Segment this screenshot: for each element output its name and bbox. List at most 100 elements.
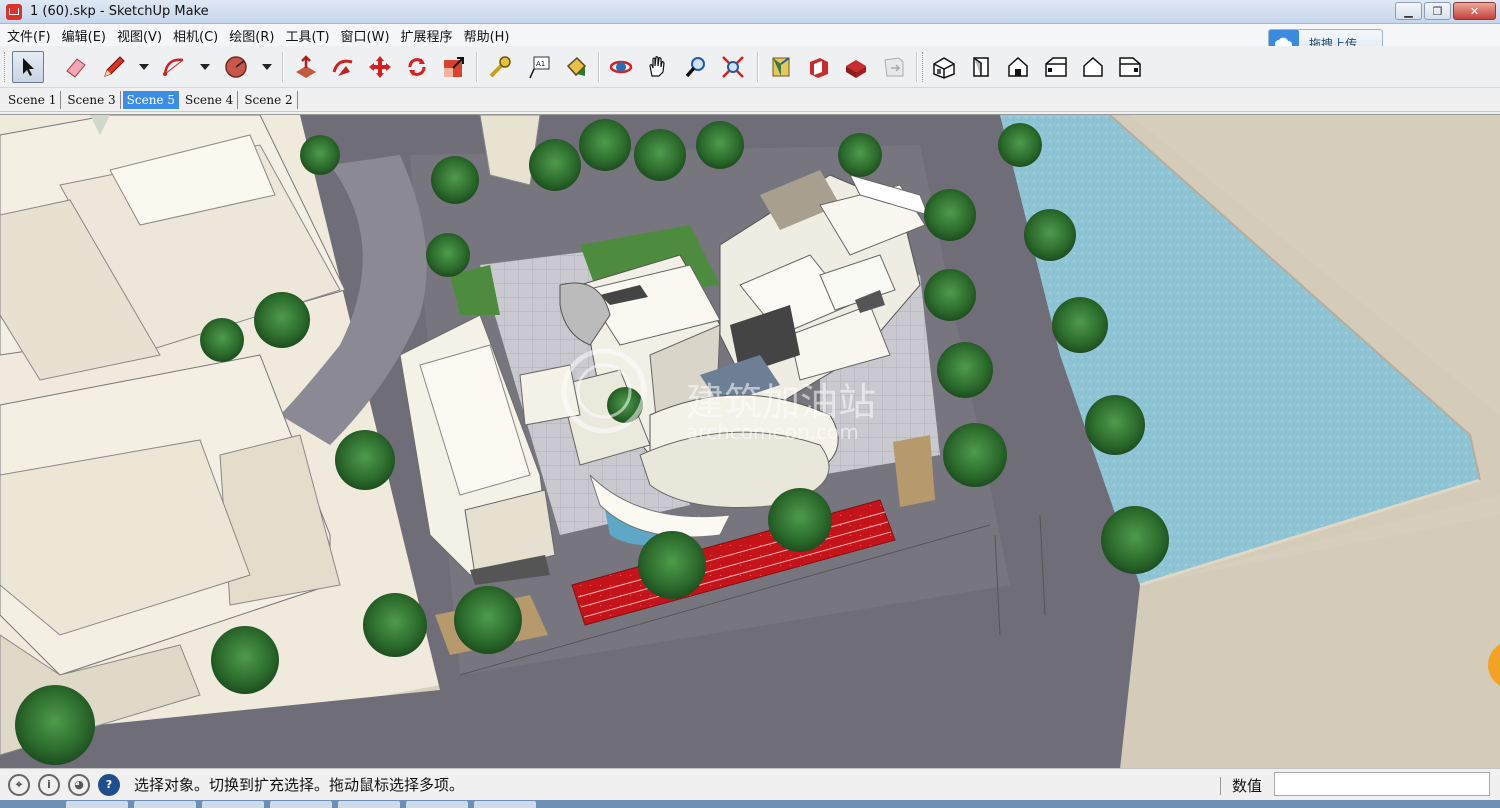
warehouse-icon — [772, 57, 790, 77]
sketchup-logo-icon — [6, 3, 22, 20]
pencil-tool[interactable] — [98, 51, 130, 83]
zoom-extents-tool[interactable] — [717, 51, 749, 83]
pan-icon — [649, 56, 665, 77]
help-icon[interactable]: ? — [98, 773, 120, 796]
shape-icon — [225, 56, 247, 78]
scale-tool[interactable] — [438, 51, 470, 83]
taskbar-item[interactable] — [406, 801, 468, 808]
text-icon: A1 — [529, 56, 550, 79]
move-icon — [369, 56, 391, 78]
zoom-icon — [685, 57, 705, 78]
measurements-label: 数值 — [1232, 777, 1263, 795]
menu-window[interactable]: 窗口(W) — [338, 26, 398, 45]
os-taskbar — [0, 800, 1500, 808]
tab-scene-4[interactable]: Scene 4 — [181, 90, 239, 109]
restore-button[interactable]: ❐ — [1424, 2, 1451, 20]
extension-warehouse-tool[interactable] — [840, 51, 872, 83]
window-controls: ▁ ❐ ✕ — [1395, 2, 1496, 20]
pencil-dropdown-icon[interactable] — [139, 62, 149, 72]
top-view-icon — [973, 57, 989, 77]
select-icon — [23, 58, 34, 76]
model-scene: 建筑加油站 archcomeon.com — [0, 115, 1500, 768]
send-to-layout-tool[interactable] — [878, 51, 910, 83]
rotate-tool[interactable] — [401, 51, 433, 83]
menu-help[interactable]: 帮助(H) — [461, 26, 518, 45]
info-icon[interactable]: i — [38, 773, 60, 796]
right-view-icon — [1045, 57, 1067, 77]
menu-camera[interactable]: 相机(C) — [170, 26, 226, 45]
taskbar-item[interactable] — [134, 801, 196, 808]
push-pull-tool[interactable] — [290, 51, 322, 83]
rotate-icon — [408, 58, 426, 76]
left-view-icon — [1119, 57, 1141, 77]
eraser-tool[interactable] — [60, 51, 92, 83]
text-tool[interactable]: A1 — [522, 51, 554, 83]
follow-me-icon — [332, 59, 353, 76]
extension-warehouse-icon — [846, 60, 866, 78]
move-tool[interactable] — [364, 51, 396, 83]
toolbar-grip[interactable] — [4, 52, 8, 82]
minimize-button[interactable]: ▁ — [1395, 2, 1422, 20]
measurements-input[interactable] — [1274, 772, 1490, 796]
select-tool[interactable] — [12, 51, 44, 83]
menu-draw[interactable]: 绘图(R) — [226, 26, 282, 45]
arc-tool[interactable] — [158, 51, 190, 83]
status-divider — [1220, 777, 1221, 795]
front-view-button[interactable] — [1002, 51, 1034, 83]
shape-tool[interactable] — [220, 51, 252, 83]
scale-icon — [444, 57, 464, 77]
push-pull-icon — [296, 55, 316, 78]
pan-tool[interactable] — [642, 51, 674, 83]
3d-warehouse-tool[interactable] — [765, 51, 797, 83]
arc-icon — [163, 58, 184, 76]
tab-scene-5[interactable]: Scene 5 — [122, 90, 179, 109]
follow-me-tool[interactable] — [327, 51, 359, 83]
right-view-button[interactable] — [1040, 51, 1072, 83]
tab-scene-3[interactable]: Scene 3 — [63, 90, 121, 109]
tab-scene-1[interactable]: Scene 1 — [4, 90, 62, 109]
main-toolbar: A1 — [0, 46, 1500, 88]
taskbar-item[interactable] — [338, 801, 400, 808]
iso-view-button[interactable] — [928, 51, 960, 83]
zoom-tool[interactable] — [680, 51, 712, 83]
tape-measure-tool[interactable] — [484, 51, 516, 83]
shape-dropdown-icon[interactable] — [262, 62, 272, 72]
toolbar-separator — [476, 52, 478, 82]
back-view-button[interactable] — [1077, 51, 1109, 83]
toolbar-separator — [757, 52, 759, 82]
eraser-icon — [66, 58, 86, 78]
taskbar-item[interactable] — [202, 801, 264, 808]
toolbar-grip[interactable] — [922, 52, 926, 82]
left-view-button[interactable] — [1114, 51, 1146, 83]
tab-scene-2[interactable]: Scene 2 — [240, 90, 298, 109]
iso-view-icon — [933, 57, 955, 79]
front-view-icon — [1008, 56, 1028, 77]
zoom-extents-icon — [722, 56, 744, 78]
menu-edit[interactable]: 编辑(E) — [59, 26, 114, 45]
title-bar: 1 (60).skp - SketchUp Make ▁ ❐ ✕ — [0, 0, 1500, 24]
arc-dropdown-icon[interactable] — [200, 62, 210, 72]
paint-bucket-tool[interactable] — [560, 51, 592, 83]
back-view-icon — [1083, 56, 1103, 77]
window-title: 1 (60).skp - SketchUp Make — [30, 4, 209, 19]
menu-file[interactable]: 文件(F) — [4, 26, 59, 45]
close-button[interactable]: ✕ — [1453, 2, 1496, 20]
toolbar-separator — [282, 52, 284, 82]
taskbar-item[interactable] — [270, 801, 332, 808]
taskbar-item[interactable] — [66, 801, 128, 808]
orbit-tool[interactable] — [605, 51, 637, 83]
menu-extensions[interactable]: 扩展程序 — [398, 26, 461, 45]
menu-view[interactable]: 视图(V) — [114, 26, 170, 45]
paint-bucket-icon — [566, 56, 587, 77]
watermark-url: archcomeon.com — [686, 420, 859, 444]
geo-location-icon[interactable]: ⌖ — [8, 773, 30, 796]
top-view-button[interactable] — [965, 51, 997, 83]
toolbar-separator — [598, 52, 600, 82]
status-message: 选择对象。切换到扩充选择。拖动鼠标选择多项。 — [134, 776, 465, 794]
menu-tools[interactable]: 工具(T) — [282, 26, 337, 45]
orbit-icon — [609, 60, 633, 74]
user-icon[interactable]: ◕ — [68, 773, 90, 796]
share-model-tool[interactable] — [803, 51, 835, 83]
model-viewport[interactable]: 建筑加油站 archcomeon.com — [0, 114, 1500, 768]
taskbar-item[interactable] — [474, 801, 536, 808]
